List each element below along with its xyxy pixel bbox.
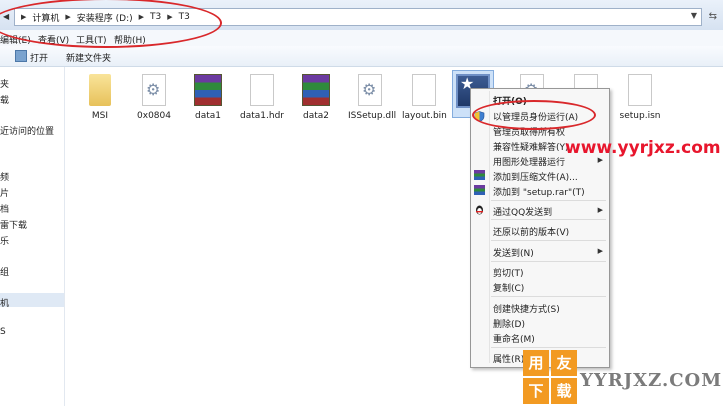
winrar-archive-icon <box>194 74 222 106</box>
logo-char: 友 <box>551 350 577 376</box>
refresh-icon[interactable]: ⇆ <box>709 11 717 22</box>
settings-file-icon <box>142 74 166 106</box>
submenu-arrow-icon: ▶ <box>597 206 603 214</box>
sidebar-item-downloads[interactable]: 载 <box>0 93 9 106</box>
menu-separator <box>491 261 606 262</box>
menu-item-send-to[interactable]: 发送到(N) <box>493 246 534 259</box>
menu-item-rename[interactable]: 重命名(M) <box>493 332 535 345</box>
file-item[interactable]: MSI <box>78 74 122 121</box>
menu-separator <box>491 200 606 201</box>
logo-char: 用 <box>523 350 549 376</box>
menu-item-create-shortcut[interactable]: 创建快捷方式(S) <box>493 302 560 315</box>
sidebar-item-documents[interactable]: 档 <box>0 202 9 215</box>
sidebar-item-music[interactable]: 乐 <box>0 234 9 247</box>
file-name: ISSetup.dll <box>348 111 397 121</box>
file-item[interactable]: ISSetup.dll <box>348 74 397 121</box>
menu-item-properties[interactable]: 属性(R) <box>493 352 524 365</box>
dll-file-icon <box>358 74 382 106</box>
toolbar: 打开 新建文件夹 <box>0 46 723 67</box>
file-item[interactable]: data1.hdr <box>240 74 284 121</box>
sidebar-item-favorites[interactable]: 夹 <box>0 77 9 90</box>
navigation-pane: 夹 载 近访问的位置 频 片 档 雷下载 乐 组 机 S <box>0 67 65 406</box>
file-name: layout.bin <box>402 111 447 121</box>
menu-item-gpu-run[interactable]: 用图形处理器运行 <box>493 155 565 168</box>
file-name: setup.isn <box>619 111 661 121</box>
menu-item-restore-versions[interactable]: 还原以前的版本(V) <box>493 225 569 238</box>
blank-file-icon <box>628 74 652 106</box>
file-name: data1 <box>195 111 221 121</box>
file-name: data1.hdr <box>240 111 284 121</box>
logo-char: 载 <box>551 378 577 404</box>
file-item[interactable]: data1 <box>186 74 230 121</box>
open-icon[interactable] <box>15 50 27 62</box>
open-button[interactable]: 打开 <box>30 51 48 64</box>
file-item[interactable]: layout.bin <box>402 74 447 121</box>
menu-item-add-setup-rar[interactable]: 添加到 "setup.rar"(T) <box>493 185 585 198</box>
sidebar-item-recent[interactable]: 近访问的位置 <box>0 124 54 137</box>
sidebar-item-drive[interactable]: S <box>0 327 6 337</box>
context-menu: 打开(O) 以管理员身份运行(A) 管理员取得所有权 兼容性疑难解答(Y) 用图… <box>470 88 610 368</box>
menu-item-qq-send[interactable]: 通过QQ发送到 <box>493 205 552 218</box>
menu-separator <box>491 240 606 241</box>
sidebar-selection <box>0 293 64 307</box>
file-name: 0x0804 <box>137 111 171 121</box>
blank-file-icon <box>250 74 274 106</box>
watermark-logo: 用 友 下 载 <box>523 350 577 404</box>
file-item[interactable]: setup.isn <box>618 74 662 121</box>
menu-item-compatibility[interactable]: 兼容性疑难解答(Y) <box>493 140 569 153</box>
menu-item-add-archive[interactable]: 添加到压缩文件(A)... <box>493 170 578 183</box>
watermark-domain-text: YYRJXZ.COM <box>580 370 723 391</box>
menu-gutter <box>489 91 490 363</box>
submenu-arrow-icon: ▶ <box>597 247 603 255</box>
chevron-down-icon[interactable]: ▼ <box>691 11 697 20</box>
menu-item-copy[interactable]: 复制(C) <box>493 281 524 294</box>
winrar-icon <box>474 185 485 195</box>
watermark-site-text: www.yyrjxz.com <box>565 138 721 158</box>
menu-item-cut[interactable]: 剪切(T) <box>493 266 524 279</box>
winrar-archive-icon <box>302 74 330 106</box>
winrar-icon <box>474 170 485 180</box>
new-folder-button[interactable]: 新建文件夹 <box>66 51 111 64</box>
annotation-ellipse-run-as-admin <box>472 100 596 130</box>
file-name: MSI <box>91 111 109 121</box>
menu-separator <box>491 296 606 297</box>
sidebar-item-homegroup[interactable]: 组 <box>0 265 9 278</box>
sidebar-item-computer[interactable]: 机 <box>0 296 9 309</box>
file-item[interactable]: 0x0804 <box>132 74 176 121</box>
folder-icon <box>89 74 111 106</box>
sidebar-item-thunder-download[interactable]: 雷下载 <box>0 218 27 231</box>
file-item[interactable]: data2 <box>294 74 338 121</box>
logo-char: 下 <box>523 378 549 404</box>
blank-file-icon <box>412 74 436 106</box>
sidebar-item-videos[interactable]: 频 <box>0 170 9 183</box>
menu-separator <box>491 219 606 220</box>
qq-penguin-icon <box>474 205 485 215</box>
menu-separator <box>491 347 606 348</box>
menu-item-delete[interactable]: 删除(D) <box>493 317 525 330</box>
sidebar-item-pictures[interactable]: 片 <box>0 186 9 199</box>
file-name: data2 <box>303 111 329 121</box>
